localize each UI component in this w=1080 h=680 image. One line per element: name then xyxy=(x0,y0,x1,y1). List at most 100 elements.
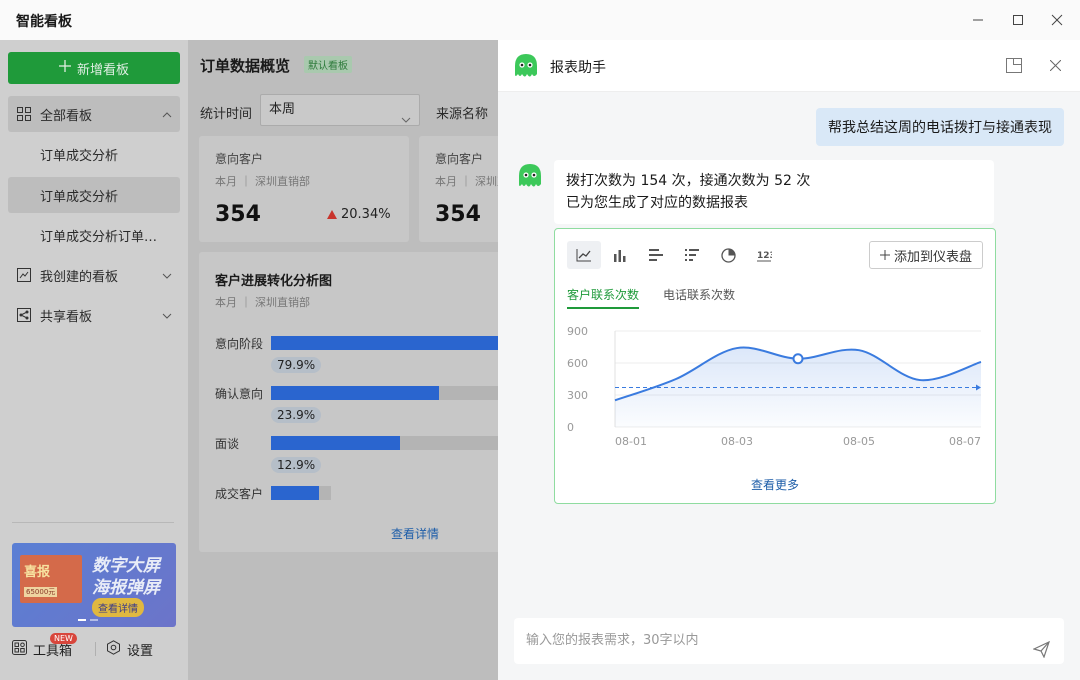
maximize-icon[interactable] xyxy=(1008,10,1028,30)
add-to-dashboard-label: 添加到仪表盘 xyxy=(893,249,972,265)
filter-time-value: 本周 xyxy=(269,102,296,117)
filter-time-label: 统计时间 xyxy=(200,107,253,122)
x-tick-label: 08-01 xyxy=(615,435,647,448)
bot-avatar-icon xyxy=(516,162,544,192)
y-tick-label: 600 xyxy=(567,357,588,370)
sorted-bar-icon[interactable] xyxy=(675,241,709,269)
add-to-dashboard-button[interactable]: 添加到仪表盘 xyxy=(868,241,983,269)
send-icon[interactable] xyxy=(1032,632,1051,678)
assistant-header: 报表助手 xyxy=(498,40,1080,92)
kpi-subtitle: 本月 ｜ 深圳直销部 xyxy=(215,175,310,188)
plus-icon xyxy=(58,60,71,76)
sidebar-item-label: 全部看板 xyxy=(40,108,93,124)
stage-bar xyxy=(271,436,400,450)
sidebar-item-all-boards[interactable]: 全部看板 xyxy=(8,96,180,132)
bar-chart-icon[interactable] xyxy=(603,241,637,269)
share-icon xyxy=(16,307,32,323)
kpi-subtitle: 本月 ｜ 深圳直销部 xyxy=(435,175,498,188)
stage-label: 确认意向 xyxy=(215,387,264,401)
bot-avatar-icon xyxy=(512,52,540,82)
chart-line-icon xyxy=(16,267,32,283)
title-bar: 智能看板 xyxy=(0,0,1080,40)
kpi-label: 意向客户 xyxy=(215,152,264,166)
chevron-down-icon xyxy=(162,269,172,284)
chart-card: 123 添加到仪表盘 客户联系次数 电话联系次数 900 600 300 0 08-01… xyxy=(554,228,996,504)
horizontal-bar-icon[interactable] xyxy=(639,241,673,269)
x-tick-label: 08-07 xyxy=(949,435,981,448)
kpi-label: 意向客户 xyxy=(435,152,484,166)
funnel-title: 客户进展转化分析图 xyxy=(215,274,333,289)
banner-amount: 65000元 xyxy=(24,587,58,597)
user-message: 帮我总结这周的电话拨打与接通表现 xyxy=(816,108,1064,146)
kpi-value: 354 xyxy=(215,202,261,227)
stage-bar xyxy=(271,386,439,400)
tab-phone-contacts[interactable]: 电话联系次数 xyxy=(663,286,735,303)
banner-detail-button[interactable]: 查看详情 xyxy=(92,598,144,617)
stage-label: 意向阶段 xyxy=(215,337,264,351)
report-input-placeholder: 输入您的报表需求，30字以内 xyxy=(526,633,699,648)
view-detail-link[interactable]: 查看详情 xyxy=(391,525,439,542)
sidebar: 新增看板 全部看板 订单成交分析 订单成交分析 订单成交分析订单… 我创建的看板… xyxy=(0,40,188,680)
new-badge: NEW xyxy=(50,633,77,644)
funnel-subtitle: 本月 ｜ 深圳直销部 xyxy=(215,296,310,309)
highlight-point xyxy=(792,353,804,365)
page-title: 订单数据概览 xyxy=(200,57,291,75)
sidebar-subitem-selected[interactable]: 订单成交分析 xyxy=(8,177,180,213)
kpi-rate: 20.34% xyxy=(327,207,391,222)
bot-message-line: 拨打次数为 154 次，接通次数为 52 次 xyxy=(566,173,811,189)
stage-rate: 12.9% xyxy=(271,457,322,473)
toolbox-icon xyxy=(12,640,27,659)
funnel-card: 客户进展转化分析图 本月 ｜ 深圳直销部 意向阶段 79.9% 确认意向 23.… xyxy=(199,252,498,552)
bot-message-line: 已为您生成了对应的数据报表 xyxy=(566,195,748,211)
line-chart-icon[interactable] xyxy=(567,241,601,269)
new-board-button[interactable]: 新增看板 xyxy=(8,52,180,84)
sidebar-item-shared-boards[interactable]: 共享看板 xyxy=(8,297,180,333)
stage-label: 面谈 xyxy=(215,437,240,451)
line-chart: 900 600 300 0 08-01 08-03 08-05 08-07 xyxy=(567,325,982,448)
y-tick-label: 300 xyxy=(567,389,588,402)
x-tick-label: 08-03 xyxy=(721,435,753,448)
kpi-card[interactable]: 意向客户 本月 ｜ 深圳直销部 354 20.34% xyxy=(199,136,409,242)
grid-icon xyxy=(16,106,32,122)
assistant-name: 报表助手 xyxy=(550,60,606,76)
kpi-value: 354 xyxy=(435,202,481,227)
bot-message: 拨打次数为 154 次，接通次数为 52 次 已为您生成了对应的数据报表 xyxy=(554,160,994,224)
tv-illustration: 喜报 65000元 xyxy=(20,555,82,603)
sidebar-item-my-boards[interactable]: 我创建的看板 xyxy=(8,257,180,293)
app-title: 智能看板 xyxy=(16,14,72,30)
svg-text:123: 123 xyxy=(757,251,772,261)
sidebar-subitem[interactable]: 订单成交分析订单… xyxy=(8,217,180,253)
close-panel-icon[interactable] xyxy=(1049,59,1062,75)
filter-source-label: 来源名称 xyxy=(436,107,489,122)
stage-label: 成交客户 xyxy=(215,487,264,501)
sidebar-divider xyxy=(12,522,174,523)
number-icon[interactable]: 123 xyxy=(747,241,781,269)
banner-pager[interactable] xyxy=(78,619,98,621)
kpi-card[interactable]: 意向客户 本月 ｜ 深圳直销部 354 xyxy=(419,136,498,242)
default-board-badge: 默认看板 xyxy=(304,56,352,73)
view-more-link[interactable]: 查看更多 xyxy=(555,476,995,493)
tab-customer-contacts[interactable]: 客户联系次数 xyxy=(567,286,639,303)
minimize-icon[interactable] xyxy=(968,10,988,30)
sidebar-subitem[interactable]: 订单成交分析 xyxy=(8,136,180,172)
gear-icon xyxy=(106,640,121,659)
banner-title-line2: 海报弹屏 xyxy=(92,578,160,598)
settings-button[interactable]: 设置 xyxy=(106,640,153,659)
close-window-icon[interactable] xyxy=(1047,10,1067,30)
sidebar-item-label: 我创建的看板 xyxy=(40,269,119,285)
chevron-down-icon xyxy=(162,309,172,324)
stage-bar xyxy=(271,336,498,350)
promo-banner[interactable]: 喜报 65000元 数字大屏 海报弹屏 查看详情 xyxy=(12,543,176,627)
report-input[interactable]: 输入您的报表需求，30字以内 xyxy=(514,618,1064,664)
dashboard-main: 订单数据概览 默认看板 统计时间 本周 来源名称 意向客户 本月 ｜ 深圳直销部… xyxy=(188,40,498,680)
filter-time-select[interactable]: 本周 xyxy=(260,94,420,126)
stage-bar xyxy=(271,486,319,500)
y-tick-label: 0 xyxy=(567,421,574,434)
up-triangle-icon xyxy=(327,210,337,219)
kpi-rate-value: 20.34% xyxy=(341,207,391,222)
assistant-panel: 报表助手 帮我总结这周的电话拨打与接通表现 拨打次数为 154 次，接通次数为 … xyxy=(498,40,1080,680)
chevron-up-icon xyxy=(162,108,172,123)
popout-icon[interactable] xyxy=(1006,58,1022,77)
pie-chart-icon[interactable] xyxy=(711,241,745,269)
chevron-down-icon xyxy=(401,106,411,136)
